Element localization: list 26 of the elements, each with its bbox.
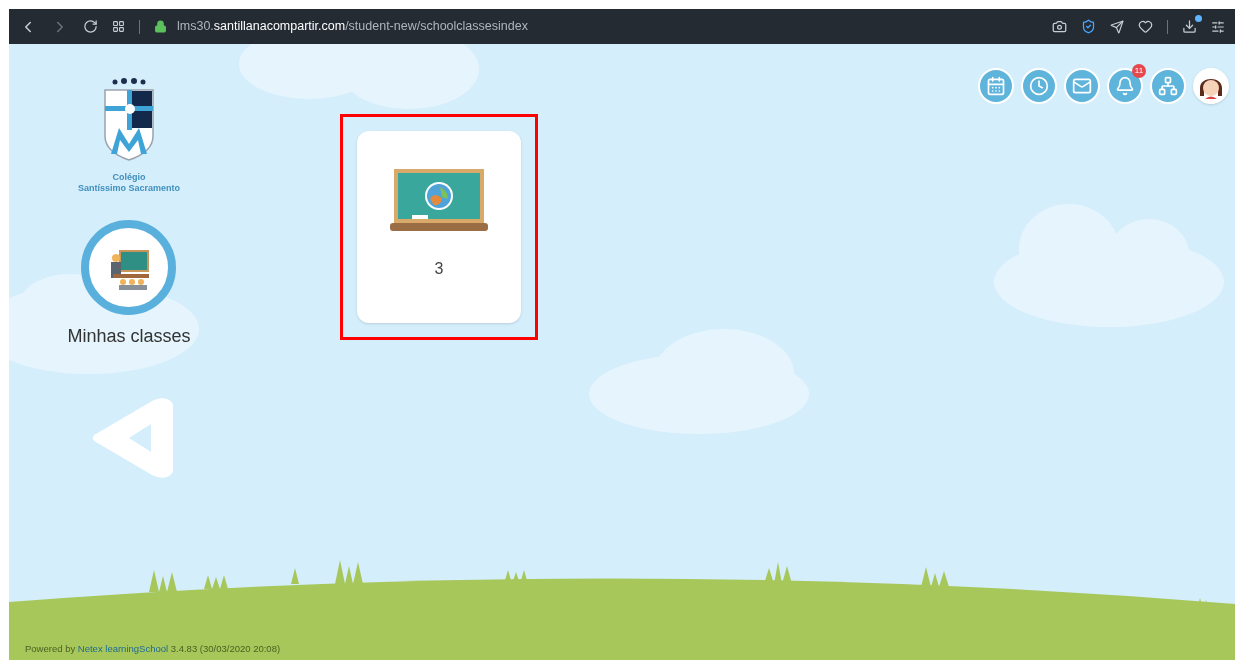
calendar-icon (986, 76, 1006, 96)
camera-icon[interactable] (1052, 19, 1067, 34)
mail-icon (1072, 76, 1092, 96)
clock-icon (1029, 76, 1049, 96)
footer-text: Powered by Netex learningSchool 3.4.83 (30/03/2020 20:08) (24, 641, 282, 656)
chalkboard-icon (390, 169, 488, 231)
download-icon[interactable] (1182, 19, 1197, 34)
bell-button[interactable] (1107, 68, 1143, 104)
notification-badge: 11 (1132, 64, 1146, 78)
url-field[interactable]: lms30.santillanacompartir.com/student-new/schoolclassesindex (177, 17, 528, 36)
reload-icon[interactable] (83, 19, 98, 34)
class-card[interactable]: 3 (357, 131, 521, 323)
bell-icon (1115, 76, 1135, 96)
lock-icon (154, 20, 167, 33)
school-name: Santíssimo Sacramento (77, 183, 180, 194)
school-name: Colégio (112, 172, 146, 183)
settings-icon[interactable] (1211, 19, 1225, 34)
school-crest-icon (101, 78, 157, 162)
grid-icon[interactable] (112, 20, 125, 33)
avatar-button[interactable] (1193, 68, 1229, 104)
heart-icon[interactable] (1138, 19, 1153, 34)
hierarchy-icon (1158, 76, 1178, 96)
nav-item[interactable]: Minhas classes (67, 220, 191, 350)
send-icon[interactable] (1110, 19, 1124, 34)
avatar-icon (1195, 70, 1227, 102)
shield-icon[interactable] (1081, 19, 1096, 34)
